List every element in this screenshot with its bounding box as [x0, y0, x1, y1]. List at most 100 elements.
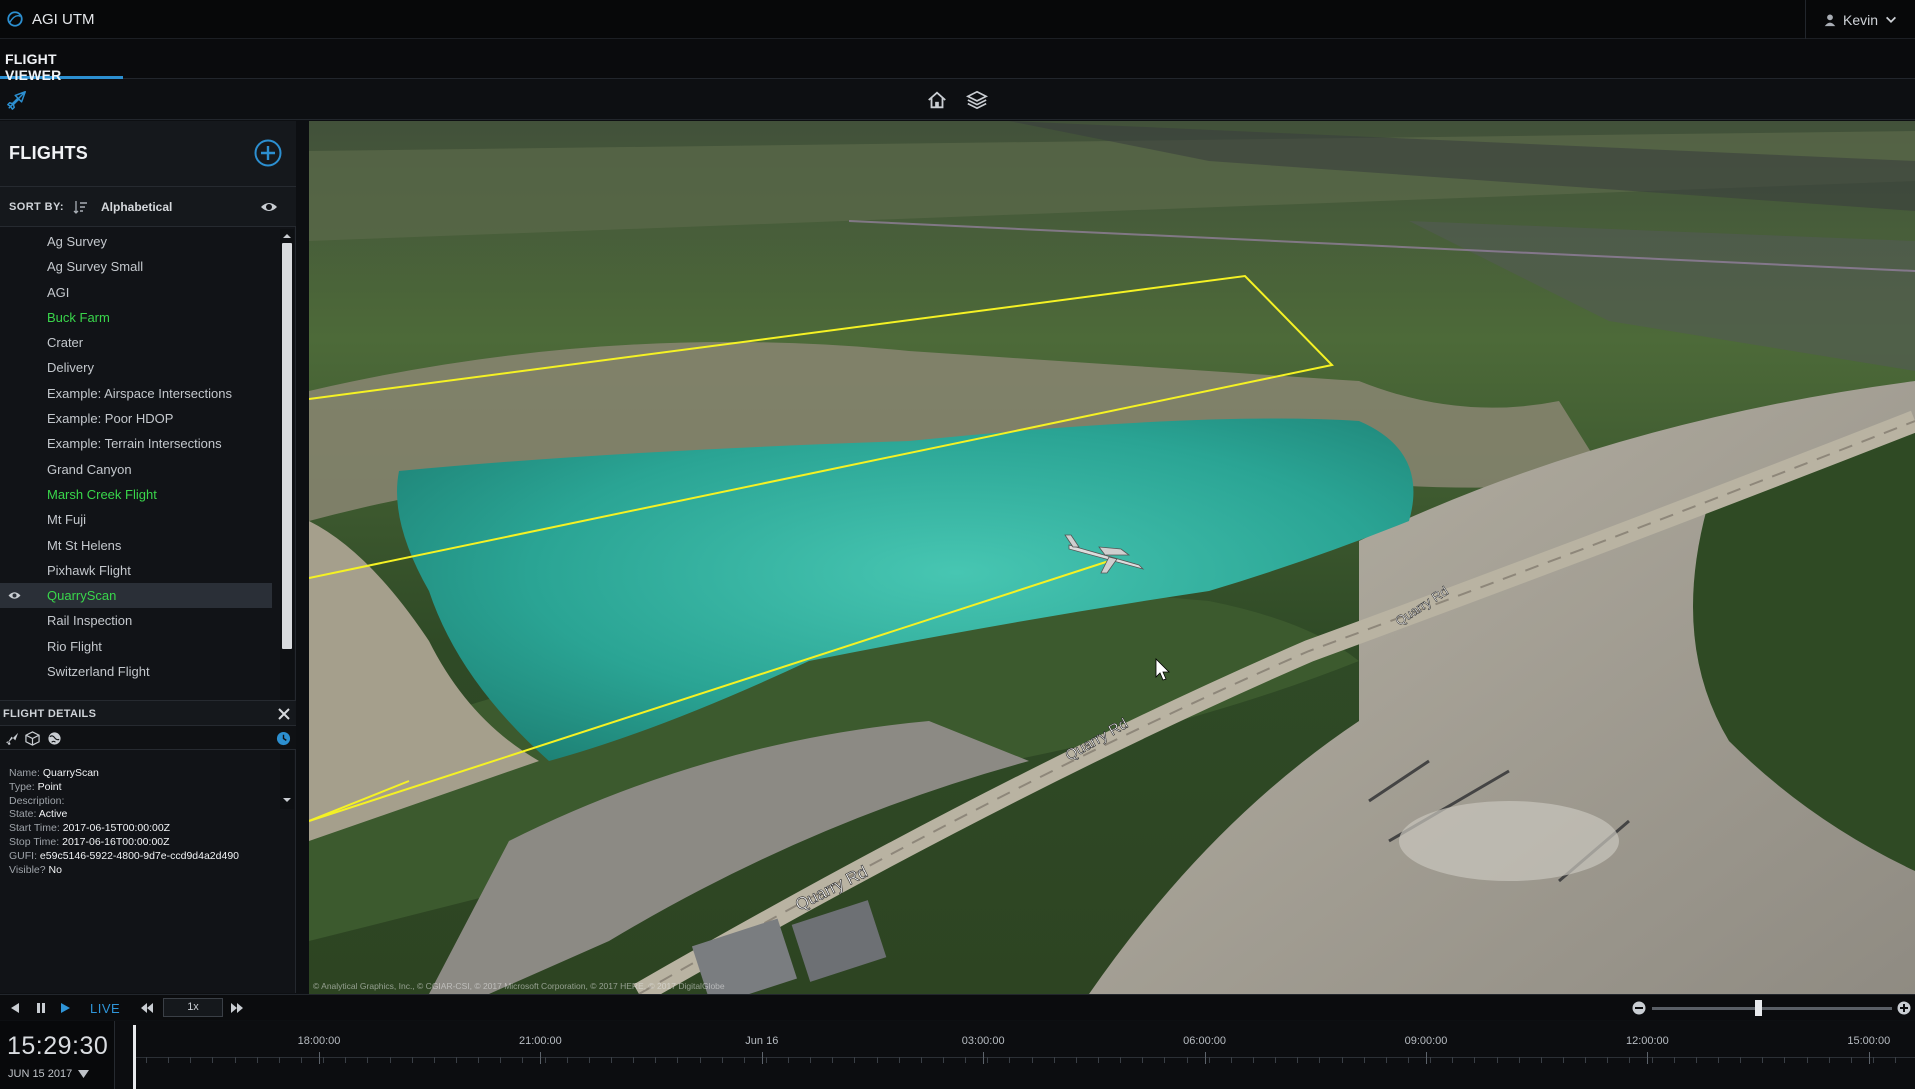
- timeline-zoom-slider[interactable]: [1652, 1007, 1892, 1010]
- globe-icon[interactable]: [47, 731, 62, 746]
- flight-details-title: FLIGHT DETAILS: [3, 708, 97, 720]
- zoom-out-icon[interactable]: [1632, 1001, 1646, 1015]
- timeline-minor-tick: [1120, 1057, 1122, 1063]
- globe-icon: [7, 11, 23, 27]
- detail-key: Start Time:: [9, 822, 60, 835]
- user-menu[interactable]: Kevin: [1805, 0, 1915, 39]
- caret-down-icon: [78, 1070, 90, 1078]
- flight-list-item[interactable]: Rail Inspection: [0, 608, 272, 633]
- timeline-tick-mark: [1426, 1052, 1427, 1064]
- detail-row: Name: QuarryScan: [9, 767, 239, 781]
- timeline-minor-tick: [1208, 1057, 1210, 1063]
- flight-list-item[interactable]: Delivery: [0, 355, 272, 380]
- sort-value[interactable]: Alphabetical: [101, 200, 172, 214]
- timeline-minor-tick: [234, 1057, 236, 1063]
- timeline-minor-tick: [987, 1057, 989, 1063]
- detail-value: 2017-06-15T00:00:00Z: [62, 822, 171, 835]
- timeline-minor-tick: [300, 1057, 302, 1063]
- eye-icon[interactable]: [8, 590, 21, 601]
- fast-forward-icon[interactable]: [230, 1001, 244, 1015]
- flight-list-item[interactable]: Ag Survey Small: [0, 254, 272, 279]
- flight-list-item[interactable]: Example: Terrain Intersections: [0, 431, 272, 456]
- flight-list-item[interactable]: Mt Fuji: [0, 507, 272, 532]
- eye-icon[interactable]: [260, 199, 278, 215]
- timeline-tick-mark: [1647, 1052, 1649, 1064]
- close-icon[interactable]: [277, 707, 291, 721]
- flight-list-item-label: Example: Poor HDOP: [47, 411, 174, 427]
- zoom-in-icon[interactable]: [1897, 1001, 1911, 1015]
- tab-flight-viewer[interactable]: FLIGHT VIEWER: [0, 39, 123, 83]
- home-icon[interactable]: [926, 89, 948, 111]
- rewind-icon[interactable]: [140, 1001, 154, 1015]
- step-back-icon[interactable]: [8, 1001, 22, 1015]
- flight-list-item[interactable]: Crater: [0, 330, 272, 355]
- flight-list-item[interactable]: Rio Flight: [0, 634, 272, 659]
- timeline-minor-tick: [566, 1057, 568, 1063]
- flight-list-item-label: Pixhawk Flight: [47, 562, 131, 578]
- timeline-minor-tick: [411, 1057, 413, 1063]
- flight-list-item-label: Buck Farm: [47, 309, 110, 325]
- flight-list-item-label: Mt Fuji: [47, 512, 86, 528]
- flight-list-item[interactable]: Mt St Helens: [0, 533, 272, 558]
- timeline-minor-tick: [500, 1057, 502, 1063]
- flight-list-item-label: Rail Inspection: [47, 613, 133, 629]
- cube-icon[interactable]: [25, 731, 40, 746]
- live-button[interactable]: LIVE: [90, 1001, 120, 1016]
- speed-input[interactable]: 1x: [163, 998, 223, 1017]
- timeline-tick-label: 15:00:00: [1847, 1035, 1891, 1047]
- timeline-minor-tick: [190, 1057, 192, 1063]
- detail-value: QuarryScan: [42, 767, 99, 779]
- timeline-minor-tick: [389, 1057, 391, 1063]
- timeline-minor-tick: [1430, 1057, 1432, 1063]
- timeline-zoom-thumb[interactable]: [1754, 1000, 1762, 1016]
- flight-list-item[interactable]: Buck Farm: [0, 305, 272, 330]
- flight-list-item-label: Marsh Creek Flight: [47, 486, 157, 502]
- airplane-icon[interactable]: [6, 89, 28, 111]
- flight-list-item[interactable]: Switzerland Flight: [0, 659, 272, 684]
- top-bar: AGI UTM Kevin: [0, 0, 1915, 39]
- timeline-minor-tick: [455, 1057, 457, 1063]
- layers-icon[interactable]: [966, 89, 988, 111]
- scroll-up-icon[interactable]: [282, 231, 292, 241]
- scroll-down-icon[interactable]: [282, 795, 292, 805]
- scroll-thumb[interactable]: [282, 243, 292, 649]
- detail-row: Start Time: 2017-06-15T00:00:00Z: [9, 822, 239, 836]
- timeline-minor-tick: [699, 1057, 701, 1063]
- timeline-minor-tick: [1009, 1057, 1011, 1063]
- flight-list-item[interactable]: QuarryScan: [0, 583, 272, 609]
- timeline-minor-tick: [1629, 1057, 1631, 1063]
- sort-list-icon[interactable]: [73, 199, 89, 215]
- detail-value: 2017-06-16T00:00:00Z: [62, 835, 170, 848]
- timeline-minor-tick: [1164, 1057, 1166, 1063]
- clock-date[interactable]: JUN 15 2017: [8, 1068, 90, 1080]
- flight-list-item[interactable]: Example: Airspace Intersections: [0, 381, 272, 406]
- timeline-minor-tick: [522, 1057, 524, 1063]
- timeline-minor-tick: [1031, 1057, 1033, 1063]
- timeline-minor-tick: [588, 1057, 590, 1063]
- plus-circle-icon[interactable]: [253, 138, 283, 168]
- map-viewport[interactable]: Quarry Rd Quarry Rd Quarry Rd © Analytic…: [309, 121, 1915, 994]
- clock-time: 15:29:30: [7, 1032, 109, 1060]
- detail-value: No: [48, 863, 62, 876]
- timeline-tick-mark: [983, 1052, 985, 1064]
- play-icon[interactable]: [58, 1001, 72, 1015]
- detail-row: Visible? No: [9, 864, 239, 878]
- pause-icon[interactable]: [34, 1001, 48, 1015]
- timeline-minor-tick: [1142, 1057, 1144, 1063]
- timeline-minor-tick: [1585, 1057, 1587, 1063]
- flights-header: FLIGHTS: [0, 121, 296, 187]
- flight-list-item[interactable]: Pixhawk Flight: [0, 558, 272, 583]
- flight-list-item[interactable]: Marsh Creek Flight: [0, 482, 272, 507]
- timeline-tick-label: Jun 16: [745, 1035, 779, 1047]
- chevron-down-icon: [1886, 16, 1897, 23]
- flight-list-item[interactable]: Grand Canyon: [0, 457, 272, 482]
- flight-list-item[interactable]: Ag Survey: [0, 229, 272, 254]
- timeline-tick-mark: [1204, 1052, 1206, 1064]
- flight-list-item-label: Switzerland Flight: [47, 664, 150, 680]
- airplane-icon[interactable]: [5, 731, 20, 746]
- detail-value: Point: [37, 780, 62, 793]
- flight-list-item[interactable]: AGI: [0, 280, 272, 305]
- clock-icon[interactable]: [276, 731, 291, 746]
- timeline[interactable]: 15:29:30 JUN 15 2017 18:00:00 21:00:00 Jun…: [0, 1021, 1915, 1089]
- flight-list-item[interactable]: Example: Poor HDOP: [0, 406, 272, 431]
